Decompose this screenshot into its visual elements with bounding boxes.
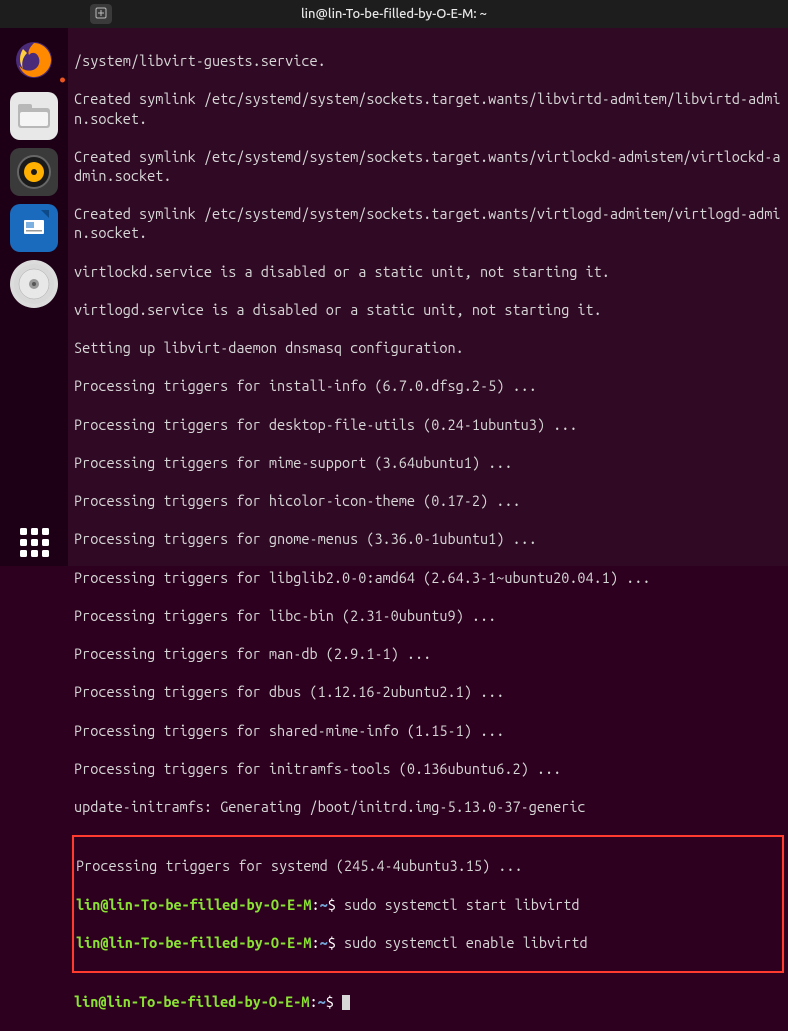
dock-libreoffice-writer[interactable] xyxy=(10,204,58,252)
output-line: Processing triggers for man-db (2.9.1-1)… xyxy=(74,644,782,663)
output-line: Processing triggers for shared-mime-info… xyxy=(74,721,782,740)
output-line: Created symlink /etc/systemd/system/sock… xyxy=(74,204,782,242)
prompt-sep: : xyxy=(311,934,319,951)
prompt-userhost: lin@lin-To-be-filled-by-O-E-M xyxy=(74,993,309,1010)
apps-grid-icon xyxy=(20,528,49,557)
prompt-userhost: lin@lin-To-be-filled-by-O-E-M xyxy=(76,934,311,951)
prompt-path: ~ xyxy=(320,934,328,951)
dock-files[interactable] xyxy=(10,92,58,140)
dock-rhythmbox[interactable] xyxy=(10,148,58,196)
plus-icon xyxy=(95,6,107,22)
output-line: update-initramfs: Generating /boot/initr… xyxy=(74,797,782,816)
prompt-symbol: $ xyxy=(328,934,336,951)
prompt-path: ~ xyxy=(320,896,328,913)
output-line: Processing triggers for hicolor-icon-the… xyxy=(74,491,782,510)
new-tab-button[interactable] xyxy=(90,4,112,24)
active-indicator xyxy=(60,78,65,83)
output-line: virtlockd.service is a disabled or a sta… xyxy=(74,262,782,281)
output-line: Processing triggers for systemd (245.4-4… xyxy=(76,856,780,875)
prompt-userhost: lin@lin-To-be-filled-by-O-E-M xyxy=(76,896,311,913)
output-line: Setting up libvirt-daemon dnsmasq config… xyxy=(74,338,782,357)
output-line: Processing triggers for mime-support (3.… xyxy=(74,453,782,472)
cursor xyxy=(342,995,350,1010)
prompt-line: lin@lin-To-be-filled-by-O-E-M:~$ sudo sy… xyxy=(76,933,780,952)
output-line: Processing triggers for libglib2.0-0:amd… xyxy=(74,568,782,587)
output-line: Created symlink /etc/systemd/system/sock… xyxy=(74,89,782,127)
output-line: /system/libvirt-guests.service. xyxy=(74,51,782,70)
output-line: Processing triggers for dbus (1.12.16-2u… xyxy=(74,682,782,701)
output-line: Processing triggers for initramfs-tools … xyxy=(74,759,782,778)
prompt-sep: : xyxy=(311,896,319,913)
output-line: Processing triggers for gnome-menus (3.3… xyxy=(74,529,782,548)
prompt-line: lin@lin-To-be-filled-by-O-E-M:~$ xyxy=(74,992,782,1011)
highlight-box: Processing triggers for systemd (245.4-4… xyxy=(72,835,784,973)
output-line: Processing triggers for desktop-file-uti… xyxy=(74,415,782,434)
output-line: virtlogd.service is a disabled or a stat… xyxy=(74,300,782,319)
prompt-path: ~ xyxy=(318,993,326,1010)
window-title: lin@lin-To-be-filled-by-O-E-M: ~ xyxy=(301,7,487,21)
dock-disks[interactable] xyxy=(10,260,58,308)
terminal-output[interactable]: /system/libvirt-guests.service. Created … xyxy=(68,28,788,566)
dock-show-applications[interactable] xyxy=(10,518,58,566)
dock-firefox[interactable] xyxy=(10,36,58,84)
command-text: sudo systemctl start libvirtd xyxy=(344,896,579,913)
output-line: Processing triggers for libc-bin (2.31-0… xyxy=(74,606,782,625)
prompt-sep: : xyxy=(309,993,317,1010)
prompt-symbol: $ xyxy=(326,993,334,1010)
output-line: Created symlink /etc/systemd/system/sock… xyxy=(74,147,782,185)
prompt-symbol: $ xyxy=(328,896,336,913)
title-bar: lin@lin-To-be-filled-by-O-E-M: ~ xyxy=(0,0,788,28)
prompt-line: lin@lin-To-be-filled-by-O-E-M:~$ sudo sy… xyxy=(76,895,780,914)
dock xyxy=(0,28,68,566)
output-line: Processing triggers for install-info (6.… xyxy=(74,376,782,395)
command-text: sudo systemctl enable libvirtd xyxy=(344,934,588,951)
